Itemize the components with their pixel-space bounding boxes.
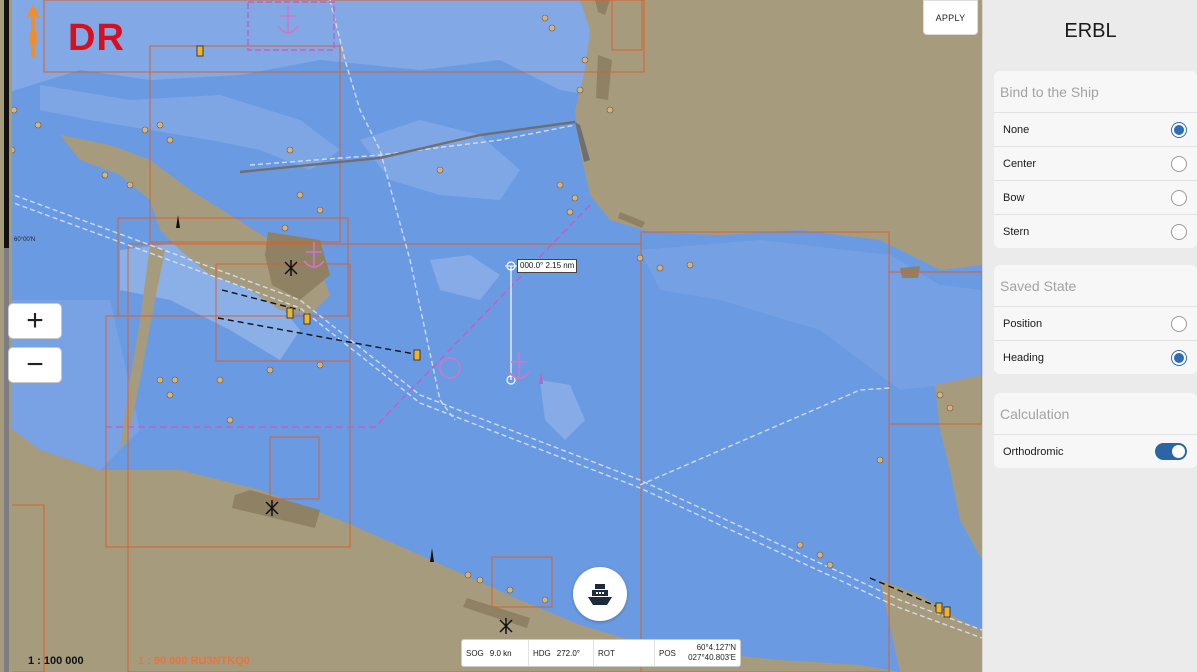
rot-label: ROT	[598, 648, 615, 658]
buoy-marker	[943, 606, 951, 618]
sog-value: 9.0 kn	[489, 648, 512, 658]
orthodromic-toggle[interactable]	[1155, 443, 1187, 460]
dr-mode-label: DR	[68, 17, 125, 59]
buoy-marker	[196, 45, 204, 57]
option-label: Center	[1003, 157, 1037, 170]
calculation-group: Calculation Orthodromic	[994, 393, 1197, 468]
buoy-marker	[286, 307, 294, 319]
option-label: Stern	[1003, 225, 1030, 238]
chart-canvas[interactable]	[0, 0, 982, 672]
buoy-marker	[935, 602, 943, 614]
pos-lat: 60°4.127'N	[696, 643, 736, 652]
scale-readout: 1 : 100 000	[28, 655, 84, 667]
lighthouse-symbol	[430, 548, 434, 562]
option-stern[interactable]: Stern	[994, 215, 1197, 248]
land-north-east	[575, 0, 982, 270]
panel-title: ERBL	[1064, 20, 1117, 42]
pos-lon: 027°40.803'E	[688, 653, 736, 662]
erbl-panel: ERBL Bind to the Ship None Center Bow St…	[982, 0, 1197, 672]
north-arrow-icon	[26, 4, 40, 58]
center-ship-button[interactable]	[573, 567, 627, 621]
buoy-marker	[303, 313, 311, 325]
bind-to-ship-group: Bind to the Ship None Center Bow Stern	[994, 71, 1197, 248]
chart-map[interactable]: DR 60°00'N + − APPLY 000.0° 2.15 nm 1 : …	[0, 0, 982, 672]
buoy-marker	[413, 349, 421, 361]
zoom-in-button[interactable]: +	[8, 303, 62, 339]
radio-button[interactable]	[1171, 349, 1187, 366]
land-south	[0, 420, 900, 672]
radio-button[interactable]	[1171, 315, 1187, 332]
option-position[interactable]: Position	[994, 307, 1197, 341]
anchor-symbol	[508, 352, 530, 380]
lighthouse-symbol	[539, 372, 543, 384]
option-label: Position	[1003, 317, 1043, 330]
shallow-area	[430, 255, 500, 300]
chart-limit	[269, 436, 320, 500]
fairway-line	[639, 387, 891, 486]
restricted-symbol	[439, 357, 461, 379]
radio-button[interactable]	[1171, 121, 1187, 138]
option-orthodromic[interactable]: Orthodromic	[994, 435, 1197, 468]
land-south-east	[880, 580, 982, 672]
option-label: Bow	[1003, 191, 1025, 204]
radio-button[interactable]	[1171, 223, 1187, 240]
shallow-area	[540, 380, 585, 440]
sog-label: SOG	[466, 648, 484, 658]
latitude-tick: 60°00'N	[14, 237, 36, 243]
option-bow[interactable]: Bow	[994, 181, 1197, 215]
group-heading: Bind to the Ship	[994, 71, 1197, 113]
group-heading: Calculation	[994, 393, 1197, 435]
pos-label: POS	[659, 648, 676, 658]
nav-data-bar: SOG 9.0 kn HDG 272.0° ROT POS 60°4.127'N 02…	[461, 639, 741, 667]
option-heading[interactable]: Heading	[994, 341, 1197, 374]
apply-button[interactable]: APPLY	[923, 0, 978, 35]
zoom-out-button[interactable]: −	[8, 347, 62, 383]
option-label: Heading	[1003, 351, 1044, 364]
saved-state-group: Saved State Position Heading	[994, 265, 1197, 374]
option-label: Orthodromic	[1003, 445, 1064, 458]
radio-button[interactable]	[1171, 155, 1187, 172]
group-heading: Saved State	[994, 265, 1197, 307]
option-label: None	[1003, 123, 1030, 136]
chart-cell-readout: 1 : 90 000 RU3NTKQ0	[138, 655, 250, 667]
erbl-readout: 000.0° 2.15 nm	[517, 259, 578, 273]
land-east-coast	[935, 375, 982, 560]
option-none[interactable]: None	[994, 113, 1197, 147]
ship-icon	[588, 584, 612, 605]
hdg-label: HDG	[533, 648, 551, 658]
radio-button[interactable]	[1171, 189, 1187, 206]
option-center[interactable]: Center	[994, 147, 1197, 181]
hdg-value: 272.0°	[556, 648, 580, 658]
